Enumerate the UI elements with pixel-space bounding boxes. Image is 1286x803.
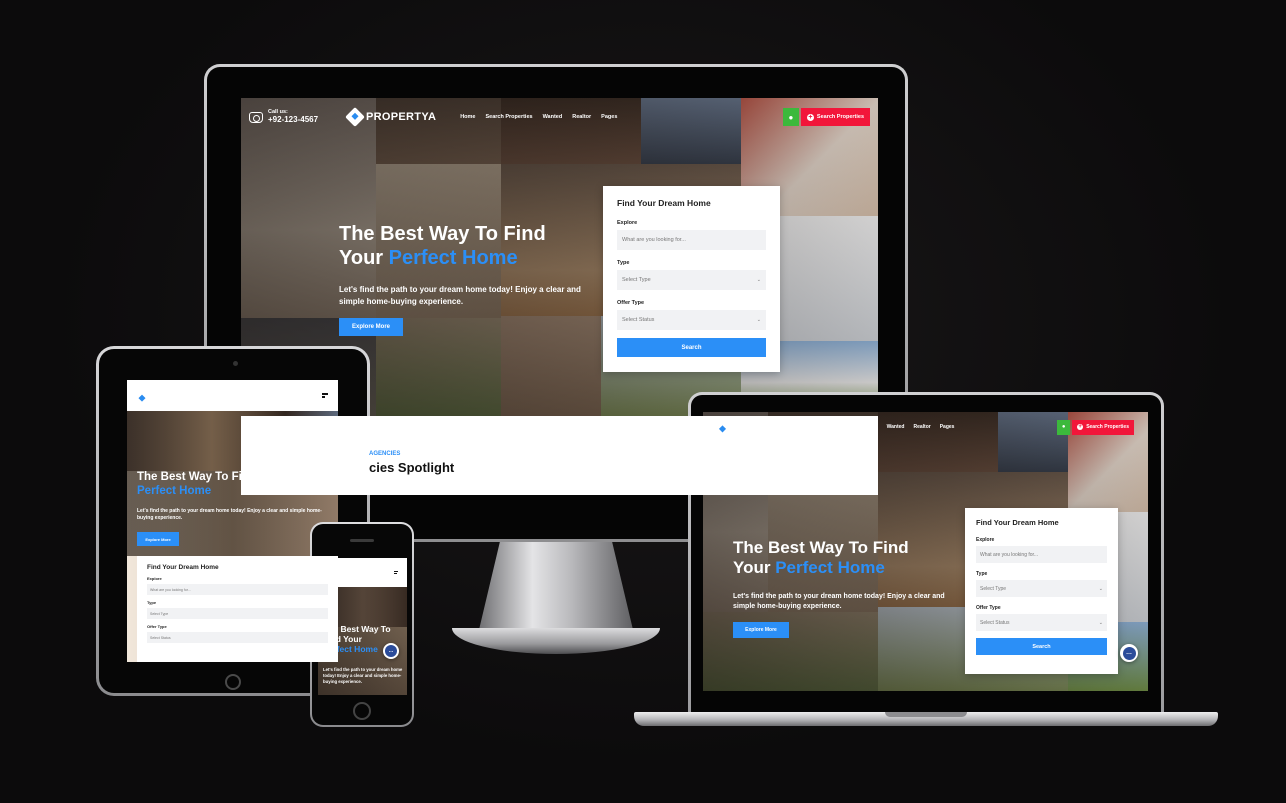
logo-icon[interactable] — [134, 388, 150, 403]
explore-label: Explore — [147, 576, 162, 581]
chevron-down-icon: ⌄ — [756, 277, 761, 283]
explore-more-button[interactable]: Explore More — [339, 318, 403, 336]
offer-type-label: Offer Type — [976, 605, 1001, 611]
explore-input[interactable]: What are you looking for... — [147, 584, 328, 595]
finder-title: Find Your Dream Home — [617, 198, 711, 208]
user-button[interactable]: ● — [1057, 419, 1071, 435]
laptop-notch — [885, 712, 967, 717]
nav-home[interactable]: Home — [460, 114, 475, 120]
finder-title: Find Your Dream Home — [976, 518, 1059, 527]
call-number[interactable]: +92-123-4567 — [268, 115, 318, 124]
hero-title: The Best Way To Find Your Perfect Home — [733, 538, 909, 578]
chevron-down-icon: ⌄ — [1098, 585, 1103, 592]
type-label: Type — [617, 260, 630, 266]
agencies-eyebrow: AGENCIES — [369, 451, 401, 457]
plus-icon: + — [1077, 424, 1084, 430]
search-button[interactable]: Search — [976, 638, 1107, 655]
nav-wanted[interactable]: Wanted — [887, 424, 905, 430]
nav-home[interactable]: Home — [812, 424, 826, 430]
laptop-header: PROPERTYA Home Search Properties Wanted … — [703, 412, 1148, 442]
offer-type-label: Offer Type — [617, 300, 645, 306]
user-icon: ● — [788, 112, 794, 122]
explore-label: Explore — [976, 537, 995, 543]
monitor-stand — [478, 542, 634, 634]
phone-home-button — [353, 702, 371, 720]
agencies-title: cies Spotlight — [369, 460, 455, 475]
call-info: Call us: +92-123-4567 — [249, 110, 318, 124]
nav-search-properties[interactable]: Search Properties — [485, 114, 532, 120]
type-label: Type — [147, 600, 157, 605]
nav-pages[interactable]: Pages — [601, 114, 617, 120]
user-button[interactable]: ● — [782, 108, 799, 126]
phone-speaker — [350, 539, 374, 542]
hero-title: The Best Way To Find Your Perfect Home — [339, 223, 546, 269]
hamburger-icon[interactable] — [394, 571, 398, 574]
laptop: PROPERTYA Home Search Properties Wanted … — [688, 392, 1164, 712]
chevron-down-icon: ⌄ — [756, 317, 761, 323]
chat-widget[interactable]: … — [383, 643, 399, 659]
plus-icon: + — [806, 113, 814, 121]
user-icon: ● — [1061, 424, 1066, 430]
site-logo[interactable]: PROPERTYA — [345, 107, 437, 127]
monitor-base — [452, 628, 660, 654]
search-button[interactable]: Search — [617, 338, 766, 357]
explore-input[interactable]: What are you looking for... — [617, 230, 766, 250]
tablet: The Best Way To Find Your Perfect Home L… — [96, 346, 370, 696]
logo-icon — [345, 107, 365, 127]
chevron-down-icon: ⌄ — [1098, 619, 1103, 626]
logo-icon — [714, 419, 731, 435]
nav-search-properties[interactable]: Search Properties — [835, 424, 878, 430]
finder-title: Find Your Dream Home — [147, 564, 219, 571]
camera-dot — [233, 361, 238, 366]
hero-subtitle: Let's find the path to your dream home t… — [733, 593, 945, 611]
search-properties-button[interactable]: + Search Properties — [800, 108, 870, 126]
logo-text: PROPERTYA — [366, 111, 437, 123]
find-home-card: Find Your Dream Home Explore What are yo… — [137, 556, 338, 662]
offer-type-label: Offer Type — [147, 624, 167, 629]
site-logo[interactable]: PROPERTYA — [714, 419, 790, 435]
offer-type-select[interactable]: Select Status ⌄ — [976, 614, 1107, 631]
nav-realtor[interactable]: Realtor — [913, 424, 930, 430]
nav-wanted[interactable]: Wanted — [543, 114, 563, 120]
tablet-bezel: The Best Way To Find Your Perfect Home L… — [99, 349, 367, 693]
main-nav: Home Search Properties Wanted Realtor Pa… — [460, 114, 617, 120]
type-label: Type — [976, 571, 988, 577]
explore-label: Explore — [617, 220, 638, 226]
find-home-card: Find Your Dream Home Explore What are yo… — [965, 508, 1118, 674]
hero-subtitle: Let's find the path to your dream home t… — [323, 667, 403, 685]
type-select[interactable]: Select Type ⌄ — [617, 270, 766, 290]
find-home-card: Find Your Dream Home Explore What are yo… — [603, 186, 780, 372]
explore-more-button[interactable]: Explore More — [733, 622, 789, 638]
hero-subtitle: Let's find the path to your dream home t… — [339, 285, 581, 306]
phone-icon — [249, 111, 263, 123]
site-header: Call us: +92-123-4567 PROPERTYA Home Sea… — [241, 98, 878, 136]
explore-more-button[interactable]: Explore More — [137, 532, 179, 546]
type-select[interactable]: Select Type ⌄ — [976, 580, 1107, 597]
nav-pages[interactable]: Pages — [940, 424, 955, 430]
search-properties-button[interactable]: + Search Properties — [1072, 419, 1134, 435]
chat-icon: … — [1122, 646, 1136, 660]
type-select[interactable]: Select Type — [147, 608, 328, 619]
hero-subtitle: Let's find the path to your dream home t… — [137, 508, 322, 522]
explore-input[interactable]: What are you looking for... — [976, 546, 1107, 563]
chat-widget[interactable]: … — [1120, 644, 1138, 662]
tablet-header — [127, 380, 338, 411]
hamburger-icon[interactable] — [322, 393, 328, 398]
nav-realtor[interactable]: Realtor — [572, 114, 591, 120]
offer-type-select[interactable]: Select Status — [147, 632, 328, 643]
device-mockup-stage: Call us: +92-123-4567 PROPERTYA Home Sea… — [0, 0, 1286, 803]
monitor-bezel: Call us: +92-123-4567 PROPERTYA Home Sea… — [207, 67, 905, 539]
hero-title: The Best Way To Find Your Perfect Home — [137, 471, 285, 497]
chat-icon: … — [385, 645, 397, 657]
tablet-home-button — [225, 674, 241, 690]
main-nav: Home Search Properties Wanted Realtor Pa… — [812, 424, 955, 430]
offer-type-select[interactable]: Select Status ⌄ — [617, 310, 766, 330]
